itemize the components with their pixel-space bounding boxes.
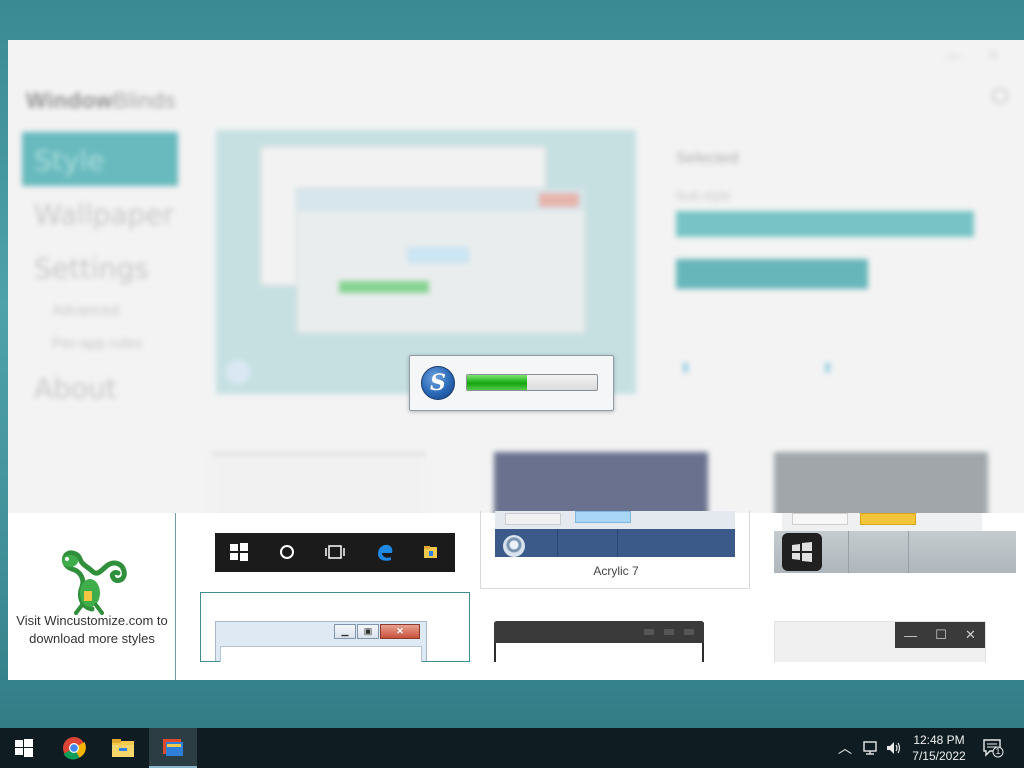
link-icon[interactable]: ▮ (824, 359, 831, 375)
system-clock[interactable]: 12:48 PM 7/15/2022 (906, 732, 972, 764)
nav-sub-per-app[interactable]: Per-app rules (22, 327, 178, 360)
minimize-icon: — (904, 627, 918, 643)
windowblinds-icon (163, 739, 183, 756)
theme-thumbnail-flat[interactable]: — ☐ ✕ (774, 621, 986, 662)
sub-style-label: Sub-style (676, 188, 731, 203)
title-bar: × (8, 40, 1024, 74)
close-icon: ✕ (380, 624, 420, 639)
theme-thumbnail-dark[interactable] (494, 621, 704, 662)
windows-taskbar: ︿ 12:48 PM 7/15/2022 1 (0, 728, 1024, 768)
taskbar-chrome[interactable] (50, 728, 98, 768)
taskbar-file-explorer[interactable] (99, 728, 147, 768)
applying-style-progress-dialog: S (409, 355, 614, 411)
sidebar: Style Wallpaper Settings Advanced Per-ap… (22, 132, 178, 414)
theme-thumbnail[interactable] (212, 452, 426, 522)
windows-orb-icon (782, 533, 822, 571)
taskbar-windowblinds[interactable] (149, 728, 197, 768)
preview-start-orb-icon (226, 360, 250, 384)
volume-icon[interactable] (885, 728, 903, 768)
windows-logo-icon (230, 543, 248, 561)
cortana-circle-icon (280, 545, 294, 559)
selected-style-heading: Selected (676, 150, 739, 167)
theme-label: Acrylic 7 (593, 564, 639, 578)
network-icon[interactable] (862, 728, 880, 768)
promo-text[interactable]: Visit Wincustomize.com to download more … (14, 612, 170, 648)
close-button[interactable]: × (988, 46, 1002, 64)
theme-thumbnail[interactable] (774, 452, 988, 522)
promo-panel[interactable]: Visit Wincustomize.com to download more … (8, 513, 176, 680)
windows-start-icon (15, 739, 33, 757)
task-view-icon (325, 545, 345, 559)
sub-style-dropdown[interactable] (676, 211, 974, 237)
app-title: WindowBlinds (26, 88, 177, 113)
style-links: ▮ ▮ (676, 359, 1006, 379)
theme-card-selected[interactable]: ▁ ▣ ✕ (200, 592, 470, 662)
start-orb-icon (503, 535, 525, 557)
maximize-icon: ☐ (935, 627, 947, 642)
maximize-icon: ▣ (357, 624, 379, 639)
stardock-logo-icon: S (421, 366, 455, 400)
file-explorer-icon (112, 739, 134, 757)
action-center-button[interactable]: 1 (982, 738, 1004, 758)
settings-gear-icon[interactable] (992, 88, 1008, 104)
edge-icon (378, 544, 393, 561)
clock-date: 7/15/2022 (912, 749, 966, 763)
theme-thumbnail-win7[interactable] (774, 513, 1016, 573)
acrylic-taskbar-preview (495, 529, 735, 557)
progress-bar (466, 374, 598, 391)
theme-thumbnail-win10[interactable] (215, 533, 455, 572)
show-hidden-icons-chevron-icon[interactable]: ︿ (838, 728, 852, 768)
nav-sub-advanced[interactable]: Advanced (22, 294, 178, 327)
notification-count: 1 (995, 747, 1001, 756)
classic-window-preview: ▁ ▣ ✕ (215, 621, 427, 662)
minimize-icon: ▁ (334, 624, 356, 639)
start-button[interactable] (0, 728, 48, 768)
style-details-panel: Selected Sub-style ▮ ▮ (676, 150, 1006, 379)
apply-style-button[interactable] (676, 259, 868, 289)
nav-item-settings[interactable]: Settings (22, 240, 178, 294)
clock-time: 12:48 PM (913, 733, 965, 747)
link-icon[interactable]: ▮ (682, 359, 689, 375)
gecko-mascot-icon (61, 550, 127, 615)
blurred-app-content: × WindowBlinds Style Wallpaper Settings … (8, 40, 1024, 522)
chrome-icon (63, 737, 86, 760)
theme-card-acrylic-7[interactable]: Acrylic 7 (480, 511, 750, 589)
nav-item-about[interactable]: About (22, 360, 178, 414)
style-description (676, 309, 1006, 343)
nav-item-wallpaper[interactable]: Wallpaper (22, 186, 178, 240)
minimize-button[interactable] (946, 48, 960, 58)
nav-item-style[interactable]: Style (22, 132, 178, 186)
progress-fill (467, 375, 527, 390)
theme-gallery: Visit Wincustomize.com to download more … (8, 511, 1024, 680)
file-explorer-icon (424, 546, 437, 558)
preview-window-front (296, 188, 586, 334)
close-icon: ✕ (965, 627, 976, 642)
